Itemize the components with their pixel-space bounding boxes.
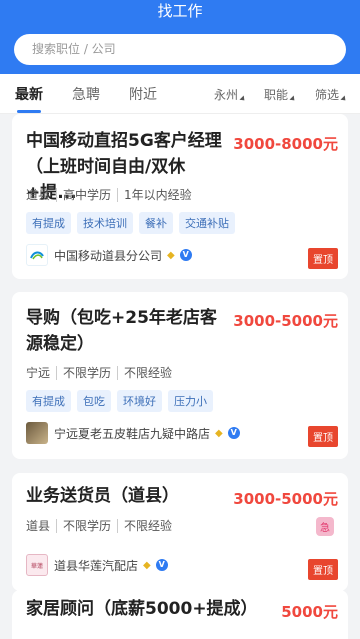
diamond-icon: ◆ (143, 559, 151, 571)
company-row[interactable]: 宁远夏老五皮鞋店九疑中路店 ◆ V (26, 422, 240, 444)
job-tag: 压力小 (168, 390, 213, 412)
job-location: 道县 (26, 519, 51, 533)
job-education: 不限学历 (56, 366, 112, 380)
pinned-badge: 置顶 (308, 248, 338, 269)
job-tags: 有提成 包吃 环境好 压力小 (26, 390, 213, 412)
tab-urgent[interactable]: 急聘 (72, 84, 100, 104)
company-name: 宁远夏老五皮鞋店九疑中路店 (54, 426, 211, 441)
job-location: 道县 (26, 188, 51, 202)
job-salary: 3000-8000元 (233, 135, 338, 153)
job-card[interactable]: 家居顾问（底薪5000+提成） 5000元 (12, 590, 348, 639)
job-title: 家居顾问（底薪5000+提成） (26, 599, 258, 619)
job-salary: 3000-5000元 (233, 490, 338, 508)
job-tag: 有提成 (26, 390, 71, 412)
urgent-badge: 急 (316, 517, 334, 536)
verified-icon: V (179, 249, 192, 261)
company-row[interactable]: 華蓮 道县华莲汽配店 ◆ V (26, 554, 168, 576)
job-experience: 不限经验 (117, 366, 173, 380)
job-meta: 宁远 不限学历 不限经验 (26, 364, 173, 381)
triangle-down-icon (289, 95, 297, 103)
company-logo: 華蓮 (26, 554, 48, 576)
filter-function-label: 职能 (264, 88, 289, 102)
job-title: 导购（包吃+25年老店客源稳定） (26, 308, 217, 354)
verified-icon: V (155, 559, 168, 571)
job-salary: 5000元 (281, 603, 338, 621)
job-tag: 餐补 (139, 212, 173, 234)
job-tag: 有提成 (26, 212, 71, 234)
filter-city-label: 永州 (214, 88, 239, 102)
job-title: 业务送货员（道县） (26, 486, 179, 506)
job-experience: 不限经验 (117, 519, 173, 533)
china-mobile-logo-icon (30, 251, 44, 260)
job-experience: 1年以内经验 (117, 188, 192, 202)
job-meta: 道县 不限学历 不限经验 (26, 517, 173, 534)
job-meta: 道县 高中学历 1年以内经验 (26, 186, 192, 203)
filter-more[interactable]: 筛选 (315, 86, 348, 103)
filter-more-label: 筛选 (315, 88, 340, 102)
job-card[interactable]: 业务送货员（道县） 3000-5000元 道县 不限学历 不限经验 急 華蓮 道县华… (12, 473, 348, 591)
diamond-icon: ◆ (215, 427, 223, 439)
company-name: 道县华莲汽配店 (54, 558, 139, 573)
company-logo (26, 244, 48, 266)
job-location: 宁远 (26, 366, 51, 380)
page-title: 找工作 (157, 2, 203, 20)
job-tag: 环境好 (117, 390, 162, 412)
tab-nearby[interactable]: 附近 (129, 84, 157, 104)
job-tags: 有提成 技术培训 餐补 交通补贴 (26, 212, 235, 234)
job-education: 高中学历 (56, 188, 112, 202)
job-salary: 3000-5000元 (233, 312, 338, 330)
tab-latest[interactable]: 最新 (15, 84, 43, 113)
filter-function[interactable]: 职能 (264, 86, 297, 103)
company-logo (26, 422, 48, 444)
job-tag: 交通补贴 (179, 212, 235, 234)
verified-icon: V (227, 427, 240, 439)
diamond-icon: ◆ (167, 249, 175, 261)
triangle-down-icon (239, 95, 247, 103)
tab-bar: 最新 急聘 附近 永州 职能 筛选 (0, 74, 360, 114)
pinned-badge: 置顶 (308, 559, 338, 580)
job-tag: 包吃 (77, 390, 111, 412)
job-card[interactable]: 中国移动直招5G客户经理（上班时间自由/双休+提... 3000-8000元 道… (12, 114, 348, 279)
filter-city[interactable]: 永州 (214, 86, 247, 103)
pinned-badge: 置顶 (308, 426, 338, 447)
job-card[interactable]: 导购（包吃+25年老店客源稳定） 3000-5000元 宁远 不限学历 不限经验 有… (12, 292, 348, 459)
company-name: 中国移动道县分公司 (54, 248, 163, 263)
company-row[interactable]: 中国移动道县分公司 ◆ V (26, 244, 192, 266)
app-header: 找工作 搜索职位 / 公司 (0, 0, 360, 74)
search-input[interactable]: 搜索职位 / 公司 (14, 34, 346, 65)
job-tag: 技术培训 (77, 212, 133, 234)
job-education: 不限学历 (56, 519, 112, 533)
triangle-down-icon (340, 95, 348, 103)
